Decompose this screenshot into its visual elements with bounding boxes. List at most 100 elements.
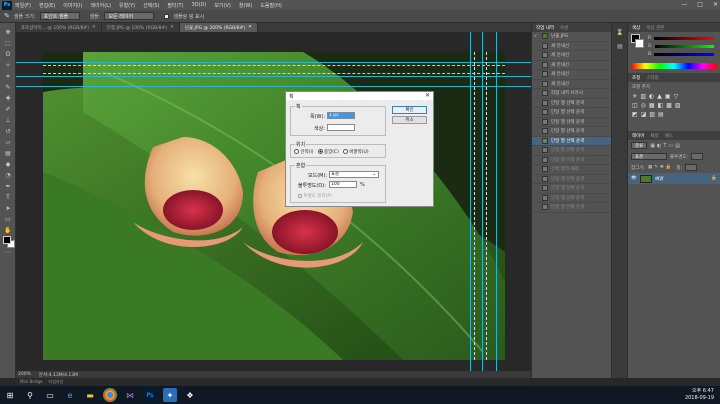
tab-adjustments[interactable]: 조정 <box>632 75 640 81</box>
photoshop-taskbar-icon[interactable]: Ps <box>143 388 157 402</box>
history-item[interactable]: 단일 행 선택 윤곽 <box>532 184 611 194</box>
close-button[interactable]: ✕ <box>713 1 718 8</box>
move-tool-icon[interactable]: ✥ <box>4 29 12 37</box>
eraser-tool-icon[interactable]: ▱ <box>4 139 12 147</box>
close-tab-icon[interactable]: ✕ <box>170 25 174 30</box>
position-radio-option[interactable]: 안쪽(I) <box>294 149 314 155</box>
menu-file[interactable]: 파일(F) <box>15 2 31 9</box>
radio-button[interactable] <box>317 149 323 154</box>
color-picker[interactable] <box>327 124 355 131</box>
guide-horizontal[interactable] <box>16 62 531 63</box>
crop-tool-icon[interactable]: ⌗ <box>4 73 12 81</box>
tab-document-1[interactable]: 포토샵아이... @ 100% (RGB/8#) ✕ <box>16 23 102 32</box>
adjustment-icons-row-2[interactable]: ◫◎▦◧▩▨ <box>628 101 720 110</box>
history-item[interactable]: 새 안내선 <box>532 61 611 70</box>
preserve-transparency-checkbox[interactable]: 투명도 유지(P) <box>298 193 332 199</box>
visual-studio-icon[interactable]: ⋈ <box>123 388 137 402</box>
menu-help[interactable]: 도움말(H) <box>260 2 281 9</box>
history-item[interactable]: 단일 행 선택 윤곽 <box>532 194 611 203</box>
history-item[interactable]: 새 안내선 <box>532 42 611 51</box>
blur-tool-icon[interactable]: ◆ <box>4 161 12 169</box>
tab-paths[interactable]: 패스 <box>665 133 673 139</box>
layer-background[interactable]: 👁 배경 🔒 <box>628 173 720 184</box>
history-item[interactable]: 새 안내선 <box>532 70 611 80</box>
edge-browser-icon[interactable]: e <box>63 388 77 402</box>
task-view-icon[interactable]: ▭ <box>43 388 57 402</box>
menu-3d[interactable]: 3D(D) <box>192 2 207 8</box>
search-icon[interactable]: ⚲ <box>23 388 37 402</box>
minimize-button[interactable]: — <box>681 1 687 8</box>
menu-type[interactable]: 유형(Y) <box>119 2 135 9</box>
eyedropper-icon[interactable]: ✎ <box>4 84 12 92</box>
radio-button[interactable] <box>342 149 348 154</box>
more-tools-icon[interactable]: ⋯ <box>4 249 12 257</box>
eye-icon[interactable]: 👁 <box>631 176 637 181</box>
tab-color[interactable]: 색상 <box>632 25 640 31</box>
position-radio-option[interactable]: 바깥쪽(U) <box>342 149 369 155</box>
orchid-photo[interactable] <box>43 52 505 360</box>
brush-tool-icon[interactable]: ✐ <box>4 106 12 114</box>
menu-view[interactable]: 보기(V) <box>214 2 231 9</box>
layer-kind-filter[interactable]: 종류 <box>631 142 648 149</box>
show-ring-checkbox[interactable] <box>164 13 170 19</box>
history-item[interactable]: 단일 열 선택 윤곽 <box>532 146 611 156</box>
history-item[interactable]: 단일 행 선택 윤곽 <box>532 99 611 108</box>
tab-document-2[interactable]: 단청.JPG @ 100% (RGB/8#) ✕ <box>102 23 180 32</box>
fill-field[interactable] <box>685 164 697 171</box>
properties-panel-icon[interactable]: ▤ <box>616 43 624 51</box>
marquee-tool-icon[interactable]: ⬚ <box>4 40 12 48</box>
maximize-button[interactable]: □ <box>697 1 703 8</box>
menu-edit[interactable]: 편집(E) <box>39 2 55 9</box>
file-explorer-icon[interactable]: ▬ <box>83 388 97 402</box>
history-item[interactable]: 단일 열 선택 윤곽 <box>532 127 611 137</box>
history-item[interactable]: 새 안내선 <box>532 51 611 61</box>
bg-swatch[interactable] <box>635 39 644 48</box>
dialog-titlebar[interactable]: 획 ✕ <box>286 92 433 100</box>
blend-mode-select[interactable]: 표준 <box>631 153 667 160</box>
layer-name[interactable]: 배경 <box>655 176 663 182</box>
tab-layers[interactable]: 레이어 <box>632 133 644 139</box>
quick-select-tool-icon[interactable]: ✧ <box>4 62 12 70</box>
tab-channels[interactable]: 채널 <box>650 133 658 139</box>
clock-date[interactable]: 2018-09-19 <box>685 395 714 402</box>
guide-horizontal[interactable] <box>16 86 531 87</box>
menu-filter[interactable]: 필터(T) <box>167 2 183 9</box>
app-icon-2[interactable]: ❖ <box>183 388 197 402</box>
menu-layer[interactable]: 레이어(L) <box>90 2 111 9</box>
tab-timeline[interactable]: 타임라인 <box>49 379 64 385</box>
history-item[interactable]: 선택 영역 해제 <box>532 165 611 175</box>
chrome-icon[interactable] <box>103 388 117 402</box>
width-input[interactable]: 1 px <box>327 112 355 119</box>
guide-vertical[interactable] <box>470 32 471 371</box>
tab-mini-bridge[interactable]: Mini Bridge <box>20 379 43 384</box>
history-item[interactable]: 단일 행 선택 윤곽 <box>532 108 611 118</box>
tab-properties[interactable]: 속성 <box>560 25 568 31</box>
hand-tool-icon[interactable]: ✋ <box>4 227 12 235</box>
green-slider[interactable] <box>654 45 714 48</box>
sample-size-select[interactable]: 포인트 샘플 <box>39 12 80 20</box>
lasso-tool-icon[interactable]: ʘ <box>4 51 12 59</box>
ok-button[interactable]: 확인 <box>392 106 427 114</box>
close-tab-icon[interactable]: ✕ <box>248 25 252 30</box>
zoom-level[interactable]: 200% <box>18 372 31 377</box>
stamp-tool-icon[interactable]: ⊥ <box>4 117 12 125</box>
blue-slider[interactable] <box>654 53 714 56</box>
gradient-tool-icon[interactable]: ▤ <box>4 150 12 158</box>
tab-document-3[interactable]: 난꽃.JPG @ 200% (RGB/8#) ✕ <box>179 23 258 32</box>
close-tab-icon[interactable]: ✕ <box>92 25 96 30</box>
history-item[interactable]: 단일 행 선택 윤곽 <box>532 118 611 127</box>
lock-icons[interactable]: ▦✎✥🔒 <box>648 165 673 170</box>
history-item[interactable]: 단일 열 선택 윤곽 <box>532 136 611 146</box>
guide-vertical[interactable] <box>496 32 497 371</box>
windows-start-icon[interactable]: ⊞ <box>3 388 17 402</box>
history-item[interactable]: 단일 열 선택 윤곽 <box>532 156 611 165</box>
position-radio-option[interactable]: 중앙(C) <box>317 149 339 155</box>
path-select-icon[interactable]: ➤ <box>4 205 12 213</box>
adjustment-icons-row-3[interactable]: ◩◪▧▤ <box>628 110 720 119</box>
type-tool-icon[interactable]: T <box>4 194 12 202</box>
radio-button[interactable] <box>294 149 299 154</box>
tab-swatches[interactable]: 색상 견본 <box>646 25 664 31</box>
foreground-color-swatch[interactable] <box>3 236 11 244</box>
filter-icons[interactable]: ▣◐T▭▤ <box>650 143 682 149</box>
pen-tool-icon[interactable]: ✒ <box>4 183 12 191</box>
